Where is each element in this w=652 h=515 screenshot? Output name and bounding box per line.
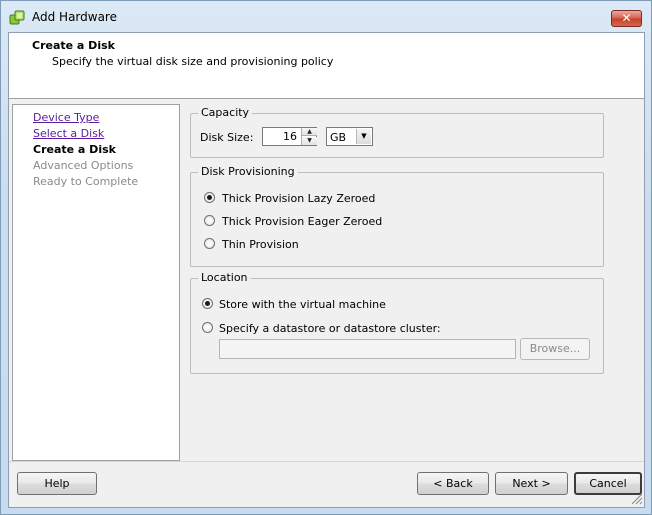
- radio-store-with-vm[interactable]: [202, 298, 213, 309]
- browse-button[interactable]: Browse...: [520, 338, 590, 360]
- chevron-down-icon: ▼: [356, 129, 371, 144]
- radio-thin[interactable]: [204, 238, 215, 249]
- datastore-path-input[interactable]: [219, 339, 516, 359]
- wizard-steps-nav: Device Type Select a Disk Create a Disk …: [12, 104, 180, 461]
- thin-label[interactable]: Thin Provision: [222, 238, 299, 251]
- add-hardware-icon: [9, 10, 25, 25]
- thick-eager-label[interactable]: Thick Provision Eager Zeroed: [222, 215, 382, 228]
- close-icon: ✕: [621, 11, 632, 25]
- window-title: Add Hardware: [32, 10, 117, 24]
- radio-specify-datastore[interactable]: [202, 322, 213, 333]
- capacity-legend: Capacity: [198, 106, 253, 119]
- disk-size-label: Disk Size:: [200, 131, 254, 144]
- store-with-vm-label[interactable]: Store with the virtual machine: [219, 298, 386, 311]
- location-legend: Location: [198, 271, 251, 284]
- title-bar[interactable]: Add Hardware ✕: [1, 1, 651, 31]
- disk-size-spinner[interactable]: 16 ▲ ▼: [262, 127, 317, 146]
- disk-provisioning-group: Disk Provisioning Thick Provision Lazy Z…: [190, 165, 604, 267]
- close-button[interactable]: ✕: [611, 10, 642, 27]
- spin-down-icon[interactable]: ▼: [302, 137, 317, 145]
- thick-lazy-label[interactable]: Thick Provision Lazy Zeroed: [222, 192, 375, 205]
- capacity-group: Capacity Disk Size: 16 ▲ ▼ GB ▼: [190, 106, 604, 158]
- radio-thick-eager[interactable]: [204, 215, 215, 226]
- footer-divider: [9, 461, 644, 462]
- disk-unit-select[interactable]: GB ▼: [326, 127, 373, 146]
- location-group: Location Store with the virtual machine …: [190, 271, 604, 374]
- dialog-window: Add Hardware ✕ Create a Disk Specify the…: [0, 0, 652, 515]
- provisioning-legend: Disk Provisioning: [198, 165, 298, 178]
- specify-datastore-label[interactable]: Specify a datastore or datastore cluster…: [219, 322, 441, 335]
- radio-thick-lazy[interactable]: [204, 192, 215, 203]
- nav-step-ready-to-complete: Ready to Complete: [33, 175, 139, 188]
- disk-unit-value: GB: [330, 131, 347, 144]
- resize-grip-icon[interactable]: [629, 491, 643, 505]
- disk-size-value: 16: [283, 130, 297, 143]
- spinner-arrows: ▲ ▼: [301, 128, 317, 145]
- wizard-content: Create a Disk Specify the virtual disk s…: [8, 32, 645, 508]
- nav-step-create-disk: Create a Disk: [33, 143, 116, 156]
- nav-step-device-type[interactable]: Device Type: [33, 111, 99, 124]
- wizard-header: Create a Disk Specify the virtual disk s…: [9, 33, 644, 99]
- page-title: Create a Disk: [32, 39, 115, 52]
- nav-step-select-disk[interactable]: Select a Disk: [33, 127, 104, 140]
- nav-step-advanced-options: Advanced Options: [33, 159, 134, 172]
- help-button[interactable]: Help: [17, 472, 97, 495]
- spin-up-icon[interactable]: ▲: [302, 128, 317, 136]
- next-button[interactable]: Next >: [495, 472, 568, 495]
- page-subtitle: Specify the virtual disk size and provis…: [52, 55, 334, 68]
- back-button[interactable]: < Back: [417, 472, 489, 495]
